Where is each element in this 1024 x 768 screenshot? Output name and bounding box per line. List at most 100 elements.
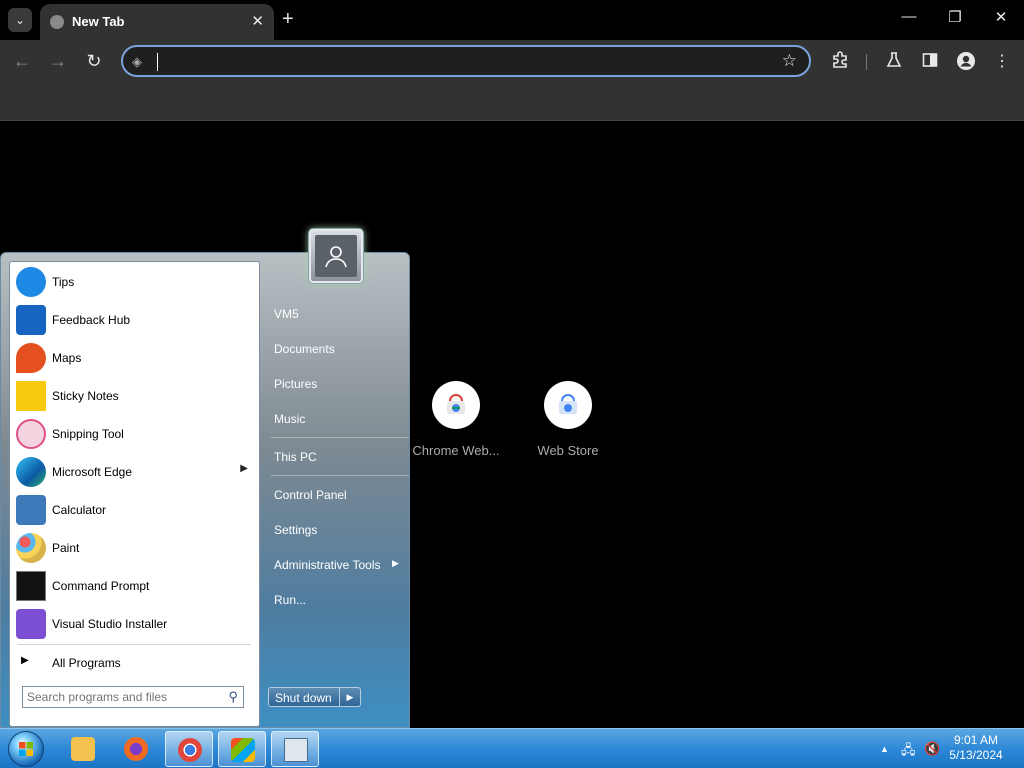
menu-button[interactable]: ⋮	[991, 51, 1013, 71]
restore-button[interactable]: ❐	[940, 8, 970, 26]
volume-muted-icon[interactable]: 🔇	[924, 741, 940, 757]
start-item-run[interactable]: Run...	[274, 593, 306, 607]
close-icon[interactable]: ✕	[251, 12, 264, 30]
taskbar-file-explorer[interactable]	[59, 731, 107, 767]
globe-icon	[50, 15, 64, 29]
program-microsoft-edge[interactable]: Microsoft Edge ▶	[13, 454, 256, 490]
taskbar-clock[interactable]: 9:01 AM 5/13/2024	[944, 733, 1008, 763]
address-bar[interactable]: ◈ ☆	[121, 45, 811, 77]
scissors-icon	[16, 419, 46, 449]
program-tips[interactable]: Tips	[13, 264, 256, 300]
network-icon[interactable]: 🖧	[901, 741, 916, 763]
reload-button[interactable]: ↻	[82, 51, 106, 72]
program-label: Paint	[52, 541, 80, 555]
start-menu: Tips Feedback Hub Maps Sticky Notes Snip…	[0, 229, 410, 728]
forward-arrow-icon: →	[49, 51, 67, 71]
shortcut-label: Chrome Web...	[412, 443, 500, 458]
tab-search-button[interactable]: ⌄	[8, 8, 32, 32]
minimize-button[interactable]: —	[894, 8, 924, 25]
programs-pane: Tips Feedback Hub Maps Sticky Notes Snip…	[9, 261, 260, 727]
start-item-control-panel[interactable]: Control Panel	[274, 488, 347, 502]
chevron-down-icon: ⌄	[14, 13, 26, 27]
visual-studio-icon	[16, 609, 46, 639]
chrome-icon	[178, 738, 202, 762]
taskbar: ▲ 🖧 🔇 9:01 AM 5/13/2024	[0, 728, 1024, 768]
back-button[interactable]: ←	[10, 51, 34, 72]
all-programs-button[interactable]: ▶ All Programs	[13, 650, 256, 674]
folder-icon	[71, 737, 95, 761]
taskbar-window-app[interactable]	[271, 731, 319, 767]
profile-button[interactable]	[955, 51, 977, 76]
program-calculator[interactable]: Calculator	[13, 492, 256, 528]
star-icon[interactable]: ☆	[782, 51, 797, 71]
start-search-box[interactable]: ⚲	[22, 686, 244, 708]
start-item-documents[interactable]: Documents	[274, 342, 335, 356]
program-sticky-notes[interactable]: Sticky Notes	[13, 378, 256, 414]
clock-date: 5/13/2024	[949, 748, 1003, 762]
shortcut-chrome-web[interactable]: Chrome Web...	[401, 381, 511, 458]
user-icon	[315, 235, 357, 277]
shortcut-label: Web Store	[537, 443, 599, 458]
shutdown-button[interactable]: Shut down ▶	[268, 687, 361, 707]
edge-icon	[16, 457, 46, 487]
puzzle-icon	[833, 51, 847, 68]
site-info-icon: ◈	[132, 54, 142, 69]
text-caret	[157, 53, 158, 71]
labs-button[interactable]	[883, 51, 905, 74]
minimize-icon: —	[901, 8, 917, 25]
close-icon: ✕	[994, 9, 1008, 26]
shutdown-options-icon[interactable]: ▶	[339, 688, 360, 706]
program-maps[interactable]: Maps	[13, 340, 256, 376]
program-paint[interactable]: Paint	[13, 530, 256, 566]
new-tab-button[interactable]: +	[282, 8, 294, 30]
terminal-icon	[16, 571, 46, 601]
right-divider	[271, 437, 409, 438]
start-item-administrative-tools[interactable]: Administrative Tools ▶	[274, 558, 399, 572]
search-icon: ⚲	[228, 689, 238, 704]
program-snipping-tool[interactable]: Snipping Tool	[13, 416, 256, 452]
taskbar-firefox[interactable]	[112, 731, 160, 767]
profile-icon	[957, 52, 975, 70]
web-store-icon	[559, 394, 577, 414]
taskbar-chrome[interactable]	[165, 731, 213, 767]
palette-icon	[16, 533, 46, 563]
firefox-icon	[124, 737, 148, 761]
flask-icon	[886, 52, 902, 67]
program-label: Visual Studio Installer	[52, 617, 168, 631]
start-item-user[interactable]: VM5	[274, 307, 299, 321]
right-divider	[271, 475, 409, 476]
extensions-button[interactable]	[829, 51, 851, 74]
start-item-this-pc[interactable]: This PC	[274, 450, 317, 464]
kebab-menu-icon: ⋮	[994, 53, 1010, 70]
tab-new-tab[interactable]: New Tab ✕	[40, 4, 274, 40]
program-visual-studio-installer[interactable]: Visual Studio Installer	[13, 606, 256, 642]
submenu-arrow-icon: ▶	[240, 463, 248, 474]
program-command-prompt[interactable]: Command Prompt	[13, 568, 256, 604]
restore-icon: ❐	[948, 9, 962, 26]
user-avatar[interactable]	[309, 229, 363, 283]
program-label: Command Prompt	[52, 579, 150, 593]
program-label: Calculator	[52, 503, 107, 517]
search-input[interactable]	[27, 689, 217, 705]
browser-toolbar: ← → ↻ ◈ ☆ ⋮	[0, 40, 1024, 84]
close-window-button[interactable]: ✕	[986, 8, 1016, 26]
program-label: Sticky Notes	[52, 389, 119, 403]
start-item-pictures[interactable]: Pictures	[274, 377, 317, 391]
shutdown-label: Shut down	[275, 691, 332, 705]
side-panel-icon	[922, 53, 938, 67]
shortcut-web-store[interactable]: Web Store	[513, 381, 623, 458]
start-button[interactable]	[8, 731, 44, 767]
start-item-settings[interactable]: Settings	[274, 523, 317, 537]
program-label: Microsoft Edge	[52, 465, 133, 479]
start-item-music[interactable]: Music	[274, 412, 305, 426]
windows-flag-icon	[231, 738, 255, 762]
program-label: Maps	[52, 351, 82, 365]
forward-button[interactable]: →	[46, 51, 70, 72]
program-feedback-hub[interactable]: Feedback Hub	[13, 302, 256, 338]
reload-icon: ↻	[86, 51, 102, 71]
chrome-web-store-icon	[447, 394, 465, 414]
show-hidden-icons[interactable]: ▲	[880, 744, 889, 754]
taskbar-windows[interactable]	[218, 731, 266, 767]
programs-divider	[18, 644, 251, 645]
side-panel-button[interactable]	[919, 51, 941, 74]
